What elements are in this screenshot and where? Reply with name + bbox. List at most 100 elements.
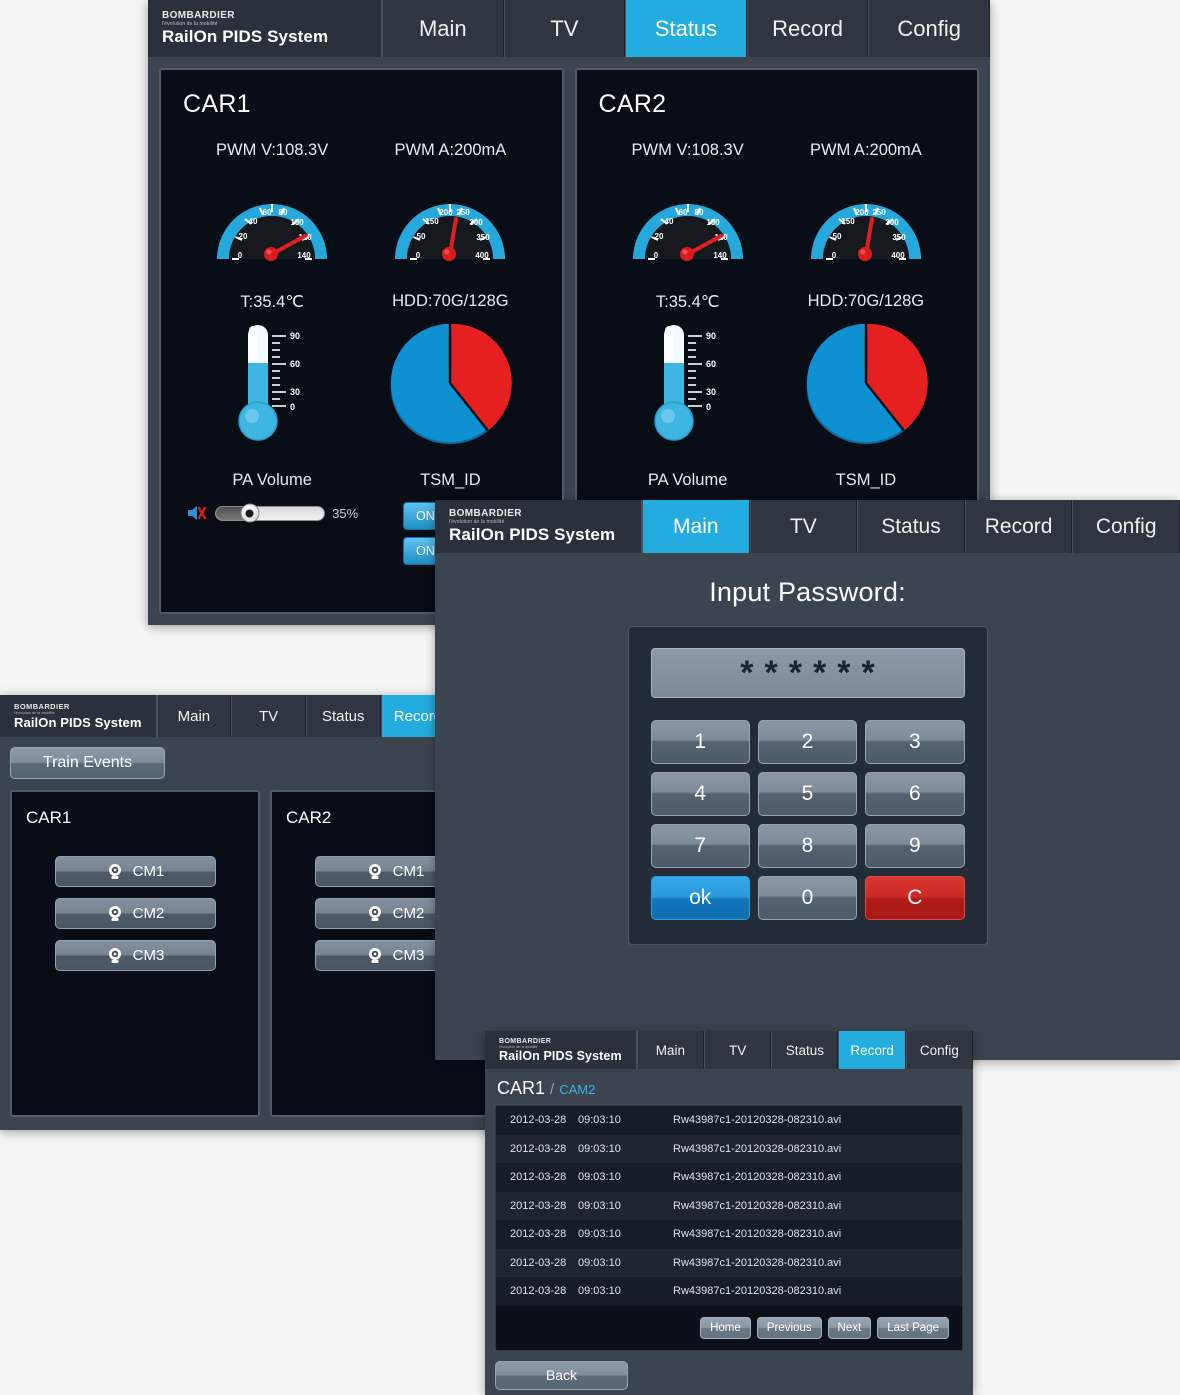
tab-main[interactable]: Main <box>382 0 504 57</box>
next-button[interactable]: Next <box>827 1316 872 1339</box>
svg-text:400: 400 <box>476 251 490 260</box>
table-row[interactable]: 2012-03-28 09:03:10 Rw43987c1-20120328-0… <box>496 1106 962 1135</box>
car1-cm2-label: CM2 <box>132 905 165 922</box>
car2-temperature-metric: T:35.4℃ 90 60 30 0 <box>599 292 777 461</box>
tab-status[interactable]: Status <box>305 695 381 737</box>
car2-title: CAR2 <box>598 90 667 118</box>
svg-text:60: 60 <box>678 208 687 217</box>
table-row[interactable]: 2012-03-28 09:03:10 Rw43987c1-20120328-0… <box>496 1248 962 1277</box>
svg-text:300: 300 <box>470 218 484 227</box>
key-ok[interactable]: ok <box>650 876 750 920</box>
camera-icon <box>108 947 121 963</box>
tab-config[interactable]: Config <box>868 0 990 57</box>
car1-current-metric: PWM A:200mA 0 50 150 200 250 300 350 400 <box>361 141 539 270</box>
svg-text:60: 60 <box>290 359 300 369</box>
tab-status[interactable]: Status <box>771 1031 839 1069</box>
tab-tv[interactable]: TV <box>749 500 858 553</box>
car2-cm1-label: CM1 <box>392 863 425 880</box>
key-4[interactable]: 4 <box>650 772 750 816</box>
reclist-window-tabs: Main TV Status Record Config <box>636 1031 974 1069</box>
key-6[interactable]: 6 <box>865 772 965 816</box>
car1-volume-slider[interactable] <box>215 503 326 523</box>
car1-hdd-metric: HDD:70G/128G <box>361 292 539 460</box>
svg-text:140: 140 <box>713 251 727 260</box>
tab-tv[interactable]: TV <box>231 695 306 737</box>
car1-tsm-label: TSM_ID <box>420 471 481 489</box>
tab-main[interactable]: Main <box>642 500 750 553</box>
brand-top-text: BOMBARDIER <box>499 1037 552 1045</box>
password-input[interactable]: ****** <box>650 648 965 698</box>
svg-text:100: 100 <box>290 218 304 227</box>
tab-config[interactable]: Config <box>905 1031 974 1069</box>
brand-logo-reclist: BOMBARDIER l'évolution de la mobilité Ra… <box>485 1031 637 1069</box>
table-row[interactable]: 2012-03-28 09:03:10 Rw43987c1-20120328-0… <box>496 1277 962 1306</box>
svg-text:0: 0 <box>290 402 295 412</box>
car1-current-label: PWM A:200mA <box>394 141 507 159</box>
key-5[interactable]: 5 <box>757 772 858 816</box>
key-9[interactable]: 9 <box>865 824 965 868</box>
password-content: Input Password: ****** 1 2 3 4 5 6 7 8 9… <box>435 553 1180 1060</box>
svg-text:30: 30 <box>706 387 716 397</box>
speaker-mute-icon[interactable] <box>186 504 208 522</box>
brand-top-text: BOMBARDIER <box>14 701 70 711</box>
previous-button[interactable]: Previous <box>756 1316 822 1339</box>
tab-tv[interactable]: TV <box>703 1031 772 1069</box>
car2-gauges: PWM V:108.3V 0 20 40 60 80 100 140 PWM A… <box>599 141 956 270</box>
record-list-window: BOMBARDIER l'évolution de la mobilité Ra… <box>485 1031 974 1395</box>
svg-text:40: 40 <box>249 217 258 226</box>
tab-record[interactable]: Record <box>746 0 869 57</box>
tab-tv[interactable]: TV <box>503 0 626 57</box>
breadcrumb-cam[interactable]: CAM2 <box>559 1082 595 1097</box>
password-window-titlebar: BOMBARDIER l'évolution de la mobilité Ra… <box>435 500 1180 553</box>
svg-text:200: 200 <box>440 208 454 217</box>
key-clear[interactable]: C <box>865 876 965 920</box>
tab-main[interactable]: Main <box>636 1031 704 1069</box>
table-row[interactable]: 2012-03-28 09:03:10 Rw43987c1-20120328-0… <box>496 1134 962 1163</box>
password-heading: Input Password: <box>709 577 906 607</box>
car1-pie-wrap <box>361 320 539 460</box>
pagination-bar: Home Previous Next Last Page <box>496 1305 962 1350</box>
car2-current-metric: PWM A:200mA 0 50 150 200 250 300 350 400 <box>777 141 955 270</box>
home-button[interactable]: Home <box>700 1316 751 1339</box>
train-events-button[interactable]: Train Events <box>10 747 165 779</box>
car2-thermometer-wrap: 90 60 30 0 <box>599 321 777 461</box>
svg-text:20: 20 <box>654 232 663 241</box>
password-window: BOMBARDIER l'évolution de la mobilité Ra… <box>435 500 1180 1060</box>
password-window-tabs: Main TV Status Record Config <box>642 500 1180 553</box>
car1-cm3-button[interactable]: CM3 <box>54 940 216 971</box>
tab-main[interactable]: Main <box>156 695 232 737</box>
key-0[interactable]: 0 <box>757 876 858 920</box>
camera-icon <box>368 947 381 963</box>
row-filename: Rw43987c1-20120328-082310.avi <box>673 1256 842 1269</box>
key-2[interactable]: 2 <box>757 720 858 764</box>
reclist-window-titlebar: BOMBARDIER l'évolution de la mobilité Ra… <box>485 1031 974 1069</box>
svg-text:250: 250 <box>457 208 471 217</box>
car2-pie-wrap <box>777 320 955 460</box>
tab-status[interactable]: Status <box>857 500 965 553</box>
key-8[interactable]: 8 <box>757 824 858 868</box>
row-date: 2012-03-28 <box>510 1199 567 1212</box>
tab-record[interactable]: Record <box>964 500 1073 553</box>
last-page-button[interactable]: Last Page <box>877 1316 949 1339</box>
table-row[interactable]: 2012-03-28 09:03:10 Rw43987c1-20120328-0… <box>496 1220 962 1249</box>
table-row[interactable]: 2012-03-28 09:03:10 Rw43987c1-20120328-0… <box>496 1163 962 1192</box>
svg-text:0: 0 <box>706 402 711 412</box>
table-row[interactable]: 2012-03-28 09:03:10 Rw43987c1-20120328-0… <box>496 1191 962 1220</box>
car1-volume-slider-knob[interactable] <box>240 503 260 523</box>
tab-config[interactable]: Config <box>1072 500 1180 553</box>
breadcrumb-car[interactable]: CAR1 <box>497 1078 545 1099</box>
key-1[interactable]: 1 <box>650 720 750 764</box>
key-7[interactable]: 7 <box>650 824 750 868</box>
row-time: 09:03:10 <box>578 1142 621 1155</box>
car1-cm2-button[interactable]: CM2 <box>54 898 216 929</box>
tab-record[interactable]: Record <box>838 1031 906 1069</box>
svg-text:0: 0 <box>832 251 837 260</box>
svg-text:400: 400 <box>891 251 905 260</box>
svg-text:350: 350 <box>477 233 491 242</box>
car2-controls-row: PA Volume TSM_ID <box>599 471 956 490</box>
tab-status[interactable]: Status <box>625 0 747 57</box>
back-button[interactable]: Back <box>495 1360 628 1390</box>
car1-cm1-button[interactable]: CM1 <box>54 856 216 887</box>
svg-text:50: 50 <box>832 232 841 241</box>
key-3[interactable]: 3 <box>865 720 965 764</box>
